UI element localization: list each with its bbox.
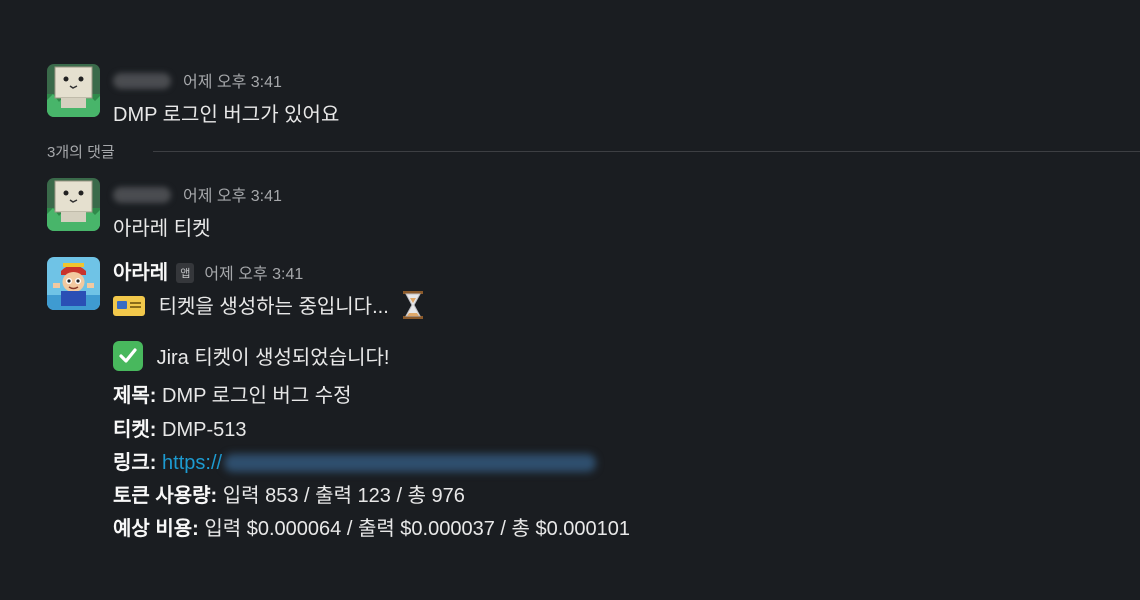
timestamp[interactable]: 어제 오후 3:41 — [183, 68, 282, 92]
bot-reply-header: 아라레 앱 어제 오후 3:41 — [113, 256, 303, 285]
bot-avatar[interactable] — [47, 257, 100, 310]
admission-tickets-icon — [113, 296, 145, 316]
field-label: 링크: — [113, 452, 157, 474]
field-label: 예상 비용: — [113, 518, 199, 540]
field-label: 제목: — [113, 385, 157, 407]
timestamp[interactable]: 어제 오후 3:41 — [183, 182, 282, 206]
field-value: 입력 853 / 출력 123 / 총 976 — [217, 485, 465, 507]
bot-status-line: 티켓을 생성하는 중입니다... — [113, 285, 424, 319]
field-token-usage: 토큰 사용량: 입력 853 / 출력 123 / 총 976 — [113, 479, 465, 508]
field-link: 링크: https:// — [113, 446, 597, 475]
app-badge: 앱 — [176, 263, 195, 283]
reply-text: 아라레 티켓 — [113, 218, 211, 240]
success-text: Jira 티켓이 생성되었습니다! — [156, 347, 390, 369]
field-value: DMP 로그인 버그 수정 — [156, 385, 352, 407]
user-avatar[interactable] — [47, 64, 100, 117]
author-name-redacted[interactable] — [113, 187, 171, 203]
timestamp[interactable]: 어제 오후 3:41 — [204, 260, 303, 284]
bot-success-line: Jira 티켓이 생성되었습니다! — [113, 334, 390, 371]
hourglass-icon — [402, 291, 424, 319]
divider — [153, 151, 1140, 152]
status-text: 티켓을 생성하는 중입니다... — [158, 296, 389, 318]
user-avatar[interactable] — [47, 178, 100, 231]
field-label: 티켓: — [113, 419, 157, 441]
author-name-redacted[interactable] — [113, 73, 171, 89]
bot-name[interactable]: 아라레 — [113, 256, 168, 285]
message-text: DMP 로그인 버그가 있어요 — [113, 104, 340, 126]
ticket-link-redacted[interactable] — [224, 454, 597, 472]
field-value: 입력 $0.000064 / 출력 $0.000037 / 총 $0.00010… — [198, 518, 631, 540]
ticket-link[interactable]: https:// — [156, 452, 222, 474]
field-title: 제목: DMP 로그인 버그 수정 — [113, 379, 352, 408]
field-ticket: 티켓: DMP-513 — [113, 413, 247, 442]
white-check-mark-icon — [113, 341, 143, 371]
field-value: DMP-513 — [156, 419, 247, 441]
thread-view: 어제 오후 3:41 DMP 로그인 버그가 있어요 3개의 댓글 어제 오후 … — [0, 0, 1140, 600]
field-label: 토큰 사용량: — [113, 485, 218, 507]
reply-count-label: 3개의 댓글 — [47, 144, 115, 161]
message-header: 어제 오후 3:41 — [113, 68, 282, 92]
field-estimated-cost: 예상 비용: 입력 $0.000064 / 출력 $0.000037 / 총 $… — [113, 512, 630, 541]
reply-header: 어제 오후 3:41 — [113, 182, 282, 206]
